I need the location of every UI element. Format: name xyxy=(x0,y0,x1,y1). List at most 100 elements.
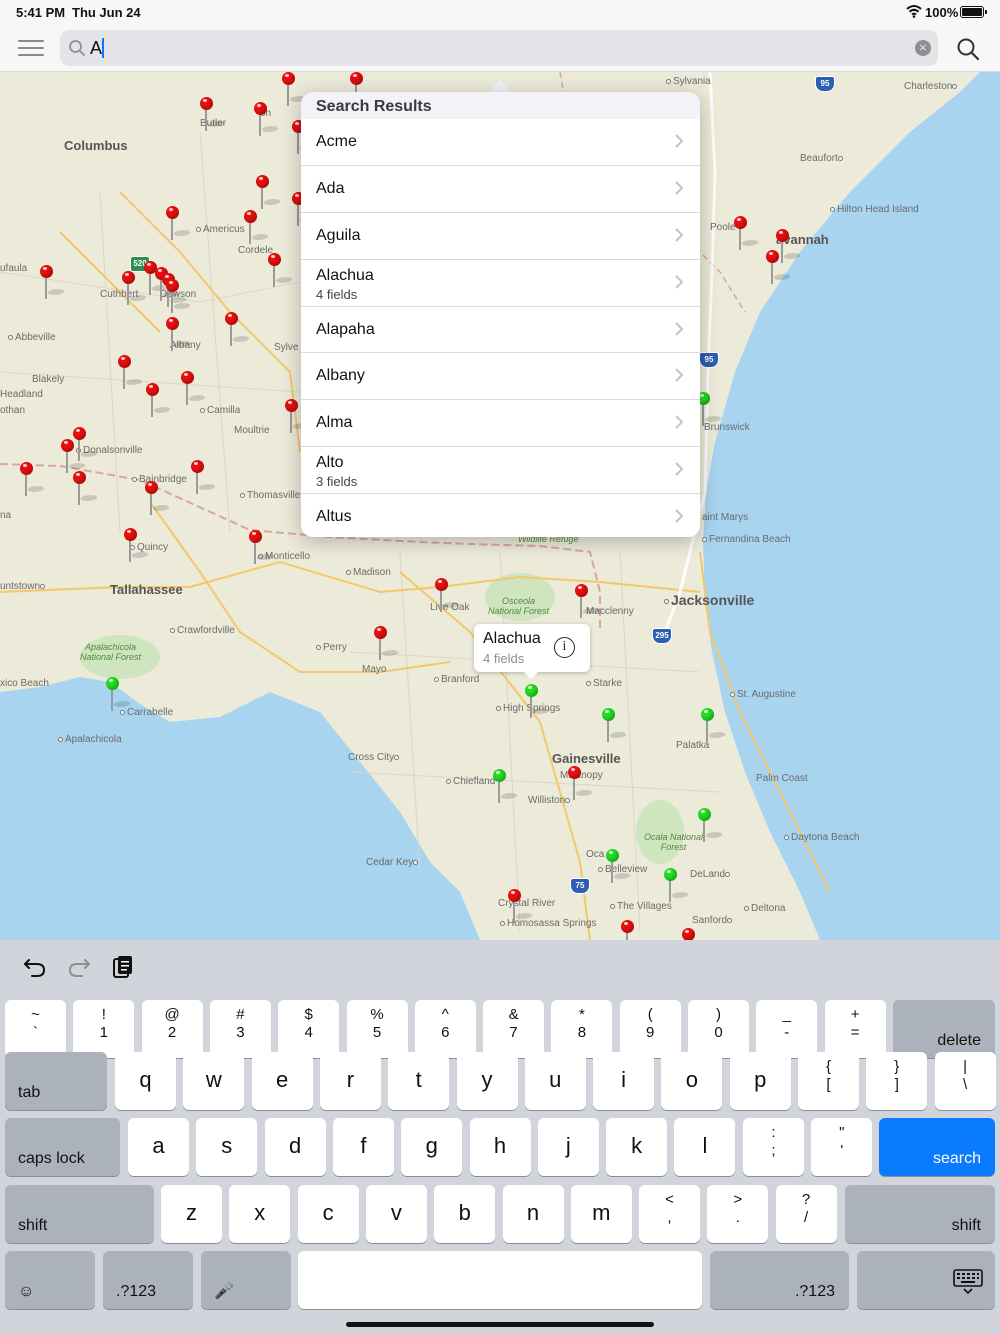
dictation-key[interactable]: 🎤 xyxy=(201,1251,291,1309)
shift-right-key[interactable]: shift xyxy=(845,1185,995,1243)
key-\[interactable]: | \ xyxy=(934,1052,996,1110)
red-pin[interactable] xyxy=(568,766,594,800)
red-pin[interactable] xyxy=(73,471,99,505)
key-7[interactable]: & 7 xyxy=(483,1000,545,1058)
green-pin[interactable] xyxy=(701,708,727,742)
red-pin[interactable] xyxy=(145,481,171,515)
red-pin[interactable] xyxy=(682,928,696,940)
search-button-icon[interactable] xyxy=(955,36,981,62)
red-pin[interactable] xyxy=(20,462,46,496)
key-v[interactable]: v xyxy=(365,1185,427,1243)
key-o[interactable]: o xyxy=(661,1052,723,1110)
key-'[interactable]: " ' xyxy=(811,1118,873,1176)
key-l[interactable]: l xyxy=(674,1118,736,1176)
key-d[interactable]: d xyxy=(264,1118,326,1176)
red-pin[interactable] xyxy=(435,578,461,612)
shift-left-key[interactable]: shift xyxy=(5,1185,154,1243)
key-k[interactable]: k xyxy=(606,1118,668,1176)
red-pin[interactable] xyxy=(575,584,601,618)
key--[interactable]: _ - xyxy=(756,1000,818,1058)
result-item[interactable]: Aguila xyxy=(301,213,700,260)
key-z[interactable]: z xyxy=(161,1185,222,1243)
key-j[interactable]: j xyxy=(537,1118,599,1176)
red-pin[interactable] xyxy=(374,626,400,660)
key-y[interactable]: y xyxy=(456,1052,518,1110)
space-key[interactable] xyxy=(298,1251,702,1309)
red-pin[interactable] xyxy=(124,528,150,562)
key-3[interactable]: #3 xyxy=(209,1000,271,1058)
redo-icon[interactable] xyxy=(66,954,92,980)
red-pin[interactable] xyxy=(191,460,217,494)
red-pin[interactable] xyxy=(118,355,144,389)
key-h[interactable]: h xyxy=(469,1118,531,1176)
key-9[interactable]: (9 xyxy=(619,1000,681,1058)
red-pin[interactable] xyxy=(244,210,270,244)
green-pin[interactable] xyxy=(606,849,632,883)
key-u[interactable]: u xyxy=(524,1052,586,1110)
key-[[interactable]: {[ xyxy=(798,1052,859,1110)
key-n[interactable]: n xyxy=(502,1185,564,1243)
clear-search-button[interactable]: ⨯ xyxy=(915,40,931,56)
red-pin[interactable] xyxy=(256,175,282,209)
red-pin[interactable] xyxy=(166,279,192,313)
red-pin[interactable] xyxy=(181,371,207,405)
result-item[interactable]: Alma xyxy=(301,400,700,448)
red-pin[interactable] xyxy=(73,427,99,461)
result-item[interactable]: Altus xyxy=(301,494,700,537)
red-pin[interactable] xyxy=(249,530,275,564)
red-pin[interactable] xyxy=(40,265,66,299)
delete-key[interactable]: delete xyxy=(893,1000,995,1058)
green-pin[interactable] xyxy=(525,684,551,718)
green-pin[interactable] xyxy=(602,708,628,742)
key-b[interactable]: b xyxy=(434,1185,496,1243)
red-pin[interactable] xyxy=(200,97,226,131)
red-pin[interactable] xyxy=(285,399,311,433)
key-5[interactable]: % 5 xyxy=(346,1000,408,1058)
key-w[interactable]: w xyxy=(183,1052,245,1110)
red-pin[interactable] xyxy=(225,312,251,346)
key-m[interactable]: m xyxy=(570,1185,632,1243)
key-t[interactable]: t xyxy=(388,1052,450,1110)
key-/[interactable]: ? / xyxy=(775,1185,837,1243)
key-,[interactable]: <, xyxy=(639,1185,700,1243)
search-input[interactable] xyxy=(90,34,910,62)
result-item[interactable]: Albany xyxy=(301,353,700,401)
green-pin[interactable] xyxy=(698,808,724,842)
key-4[interactable]: $4 xyxy=(278,1000,340,1058)
pin-callout[interactable]: Alachua 4 fields i xyxy=(474,624,590,679)
key-.[interactable]: >. xyxy=(707,1185,769,1243)
key-i[interactable]: i xyxy=(593,1052,655,1110)
red-pin[interactable] xyxy=(61,439,87,473)
result-item[interactable]: Ada xyxy=(301,166,700,213)
menu-icon[interactable] xyxy=(18,36,44,60)
green-pin[interactable] xyxy=(493,769,519,803)
key-;[interactable]: :; xyxy=(743,1118,804,1176)
key-1[interactable]: ! 1 xyxy=(73,1000,135,1058)
key-=[interactable]: + = xyxy=(824,1000,886,1058)
result-item[interactable]: Alapaha xyxy=(301,307,700,354)
numbers-key[interactable]: .?123 xyxy=(103,1251,193,1309)
red-pin[interactable] xyxy=(166,317,192,351)
paste-icon[interactable] xyxy=(110,954,136,980)
red-pin[interactable] xyxy=(734,216,760,250)
caps-lock-key[interactable]: caps lock xyxy=(5,1118,120,1176)
result-item[interactable]: Alachua 4 fields xyxy=(301,260,700,307)
result-item[interactable]: Acme xyxy=(301,119,700,166)
key-`[interactable]: ~ ` xyxy=(5,1000,66,1058)
key-g[interactable]: g xyxy=(401,1118,463,1176)
search-field[interactable]: ⨯ xyxy=(60,30,938,66)
key-0[interactable]: ) 0 xyxy=(688,1000,749,1058)
key-p[interactable]: p xyxy=(729,1052,791,1110)
red-pin[interactable] xyxy=(122,271,148,305)
tab-key[interactable]: tab xyxy=(5,1052,107,1110)
key-e[interactable]: e xyxy=(251,1052,313,1110)
key-a[interactable]: a xyxy=(128,1118,189,1176)
key-f[interactable]: f xyxy=(332,1118,394,1176)
red-pin[interactable] xyxy=(766,250,792,284)
numbers-key-right[interactable]: .?123 xyxy=(710,1251,849,1309)
key-2[interactable]: @2 xyxy=(141,1000,203,1058)
red-pin[interactable] xyxy=(166,206,192,240)
search-key[interactable]: search xyxy=(879,1118,995,1176)
key-6[interactable]: ^ 6 xyxy=(414,1000,476,1058)
green-pin[interactable] xyxy=(106,677,132,711)
